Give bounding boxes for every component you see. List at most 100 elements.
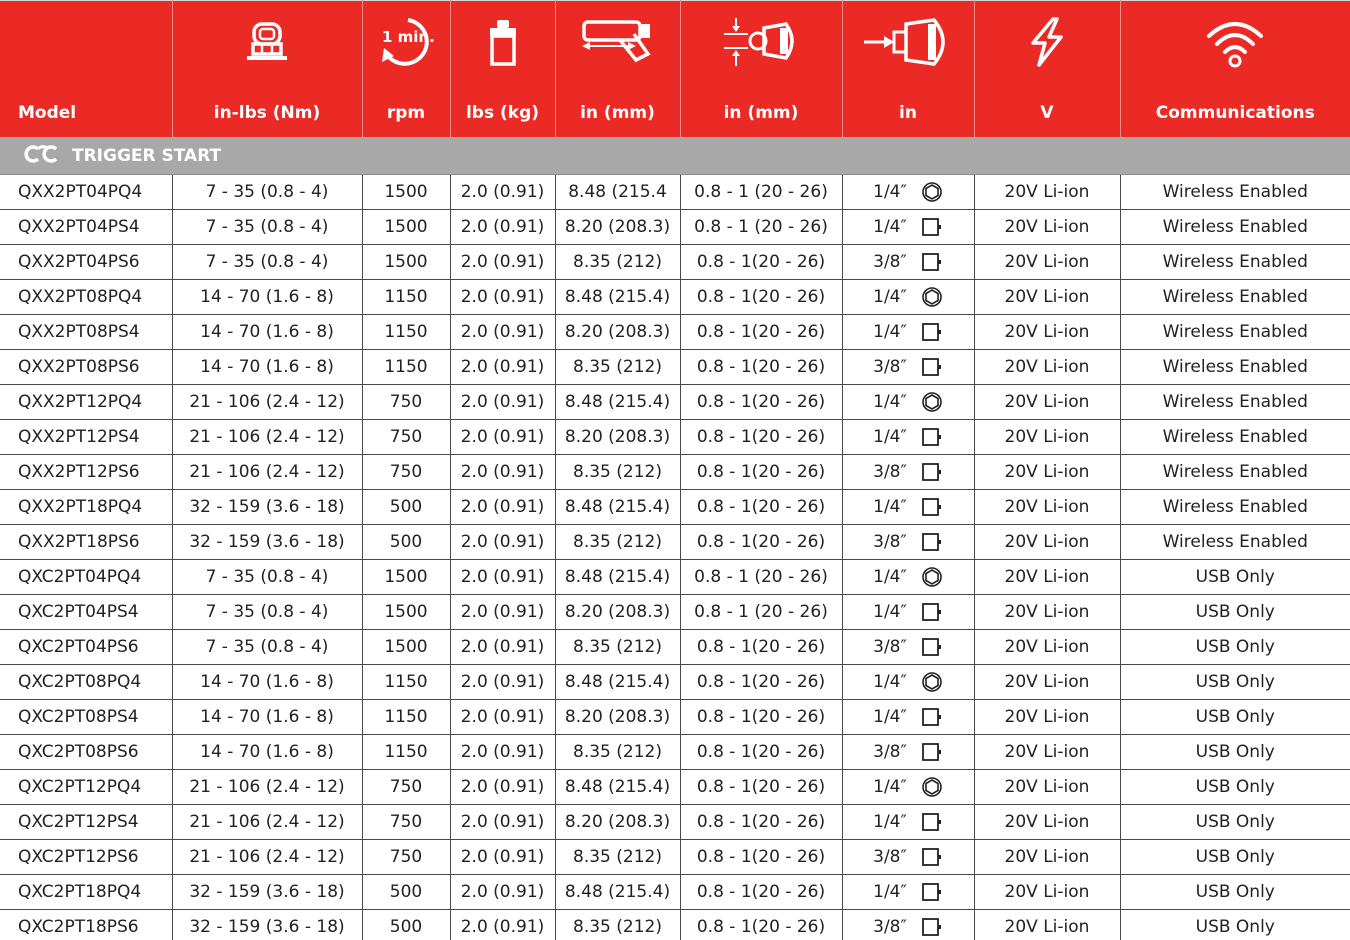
rpm-cell: 1500 bbox=[361, 559, 451, 595]
torque-cell: 21 - 106 (2.4 - 12) bbox=[171, 384, 363, 420]
weight-cell: 2.0 (0.91) bbox=[449, 909, 556, 940]
length-cell: 8.35 (212) bbox=[554, 734, 681, 770]
drive-cell: 1/4″ bbox=[841, 419, 975, 455]
weight-icon bbox=[451, 11, 555, 73]
drive-value: 1/4″ bbox=[873, 811, 943, 833]
drive-cell: 1/4″ bbox=[841, 209, 975, 245]
table-row: QXX2PT04PQ4 7 - 35 (0.8 - 4) 1500 2.0 (0.91… bbox=[0, 174, 1350, 210]
weight-cell: 2.0 (0.91) bbox=[449, 874, 556, 910]
torque-cell: 32 - 159 (3.6 - 18) bbox=[171, 524, 363, 560]
torque-cell: 14 - 70 (1.6 - 8) bbox=[171, 734, 363, 770]
drive-cell: 1/4″ bbox=[841, 314, 975, 350]
center-distance-cell: 0.8 - 1(20 - 26) bbox=[679, 279, 843, 315]
voltage-cell: 20V Li-ion bbox=[973, 594, 1121, 630]
drive-value: 3/8″ bbox=[873, 531, 943, 553]
header-row: Model in-lbs (Nm) 1 min. rpm lbs (kg) in… bbox=[0, 0, 1350, 138]
weight-cell: 2.0 (0.91) bbox=[449, 699, 556, 735]
rpm-cell: 500 bbox=[361, 909, 451, 940]
voltage-cell: 20V Li-ion bbox=[973, 909, 1121, 940]
header-drive: in bbox=[842, 0, 975, 138]
length-cell: 8.20 (208.3) bbox=[554, 314, 681, 350]
torque-cell: 7 - 35 (0.8 - 4) bbox=[171, 244, 363, 280]
drive-value: 1/4″ bbox=[873, 286, 943, 308]
drive-size: 3/8″ bbox=[873, 917, 907, 937]
weight-cell: 2.0 (0.91) bbox=[449, 174, 556, 210]
weight-cell: 2.0 (0.91) bbox=[449, 384, 556, 420]
torque-cell: 14 - 70 (1.6 - 8) bbox=[171, 349, 363, 385]
voltage-cell: 20V Li-ion bbox=[973, 244, 1121, 280]
length-cell: 8.20 (208.3) bbox=[554, 699, 681, 735]
length-cell: 8.35 (212) bbox=[554, 244, 681, 280]
header-voltage: V bbox=[974, 0, 1121, 138]
communications-cell: USB Only bbox=[1119, 594, 1350, 630]
table-row: QXC2PT04PS4 7 - 35 (0.8 - 4) 1500 2.0 (0.91… bbox=[0, 594, 1350, 630]
drive-cell: 1/4″ bbox=[841, 279, 975, 315]
drive-cell: 3/8″ bbox=[841, 629, 975, 665]
length-cell: 8.20 (208.3) bbox=[554, 209, 681, 245]
weight-cell: 2.0 (0.91) bbox=[449, 454, 556, 490]
center-distance-cell: 0.8 - 1(20 - 26) bbox=[679, 384, 843, 420]
voltage-cell: 20V Li-ion bbox=[973, 314, 1121, 350]
table-row: QXX2PT18PQ4 32 - 159 (3.6 - 18) 500 2.0 (0.… bbox=[0, 489, 1350, 525]
model-cell: QXC2PT04PQ4 bbox=[0, 559, 173, 595]
drive-value: 1/4″ bbox=[873, 706, 943, 728]
table-row: QXX2PT08PS4 14 - 70 (1.6 - 8) 1150 2.0 (0.9… bbox=[0, 314, 1350, 350]
communications-cell: Wireless Enabled bbox=[1119, 174, 1350, 210]
length-cell: 8.48 (215.4) bbox=[554, 384, 681, 420]
center-distance-cell: 0.8 - 1(20 - 26) bbox=[679, 699, 843, 735]
model-cell: QXC2PT08PS6 bbox=[0, 734, 173, 770]
header-label: Model bbox=[18, 103, 77, 123]
drive-size: 1/4″ bbox=[873, 707, 907, 727]
table-row: QXC2PT04PS6 7 - 35 (0.8 - 4) 1500 2.0 (0.91… bbox=[0, 629, 1350, 665]
weight-cell: 2.0 (0.91) bbox=[449, 594, 556, 630]
drive-cell: 1/4″ bbox=[841, 384, 975, 420]
drive-size: 1/4″ bbox=[873, 392, 907, 412]
model-cell: QXC2PT04PS6 bbox=[0, 629, 173, 665]
model-cell: QXX2PT12PQ4 bbox=[0, 384, 173, 420]
header-weight: lbs (kg) bbox=[450, 0, 556, 138]
voltage-cell: 20V Li-ion bbox=[973, 279, 1121, 315]
drive-value: 1/4″ bbox=[873, 566, 943, 588]
drive-size: 1/4″ bbox=[873, 882, 907, 902]
weight-cell: 2.0 (0.91) bbox=[449, 664, 556, 700]
drive-cell: 1/4″ bbox=[841, 664, 975, 700]
drive-cell: 3/8″ bbox=[841, 244, 975, 280]
weight-cell: 2.0 (0.91) bbox=[449, 489, 556, 525]
drive-value: 1/4″ bbox=[873, 321, 943, 343]
wireless-icon bbox=[1121, 11, 1350, 73]
drive-value: 1/4″ bbox=[873, 426, 943, 448]
communications-cell: Wireless Enabled bbox=[1119, 384, 1350, 420]
length-cell: 8.20 (208.3) bbox=[554, 804, 681, 840]
length-cell: 8.48 (215.4) bbox=[554, 489, 681, 525]
voltage-cell: 20V Li-ion bbox=[973, 839, 1121, 875]
torque-cell: 14 - 70 (1.6 - 8) bbox=[171, 699, 363, 735]
drive-cell: 1/4″ bbox=[841, 594, 975, 630]
center-distance-cell: 0.8 - 1(20 - 26) bbox=[679, 244, 843, 280]
table-row: QXC2PT12PS4 21 - 106 (2.4 - 12) 750 2.0 (0.… bbox=[0, 804, 1350, 840]
communications-cell: Wireless Enabled bbox=[1119, 209, 1350, 245]
center-distance-cell: 0.8 - 1(20 - 26) bbox=[679, 419, 843, 455]
square-drive-icon bbox=[921, 708, 941, 726]
rpm-cell: 750 bbox=[361, 804, 451, 840]
torque-cell: 7 - 35 (0.8 - 4) bbox=[171, 174, 363, 210]
drive-size: 3/8″ bbox=[873, 532, 907, 552]
center-distance-cell: 0.8 - 1(20 - 26) bbox=[679, 489, 843, 525]
quick-change-icon bbox=[922, 287, 942, 307]
quick-change-icon bbox=[922, 392, 942, 412]
drive-cell: 3/8″ bbox=[841, 839, 975, 875]
length-cell: 8.48 (215.4) bbox=[554, 559, 681, 595]
voltage-cell: 20V Li-ion bbox=[973, 804, 1121, 840]
weight-cell: 2.0 (0.91) bbox=[449, 279, 556, 315]
table-row: QXX2PT08PS6 14 - 70 (1.6 - 8) 1150 2.0 (0.9… bbox=[0, 349, 1350, 385]
communications-cell: USB Only bbox=[1119, 874, 1350, 910]
weight-cell: 2.0 (0.91) bbox=[449, 419, 556, 455]
table-row: QXC2PT08PQ4 14 - 70 (1.6 - 8) 1150 2.0 (0.9… bbox=[0, 664, 1350, 700]
rpm-cell: 750 bbox=[361, 384, 451, 420]
drive-cell: 1/4″ bbox=[841, 769, 975, 805]
tool-length-icon bbox=[556, 11, 680, 73]
voltage-cell: 20V Li-ion bbox=[973, 629, 1121, 665]
weight-cell: 2.0 (0.91) bbox=[449, 804, 556, 840]
weight-cell: 2.0 (0.91) bbox=[449, 209, 556, 245]
model-cell: QXC2PT12PS4 bbox=[0, 804, 173, 840]
header-communications: Communications bbox=[1120, 0, 1350, 138]
